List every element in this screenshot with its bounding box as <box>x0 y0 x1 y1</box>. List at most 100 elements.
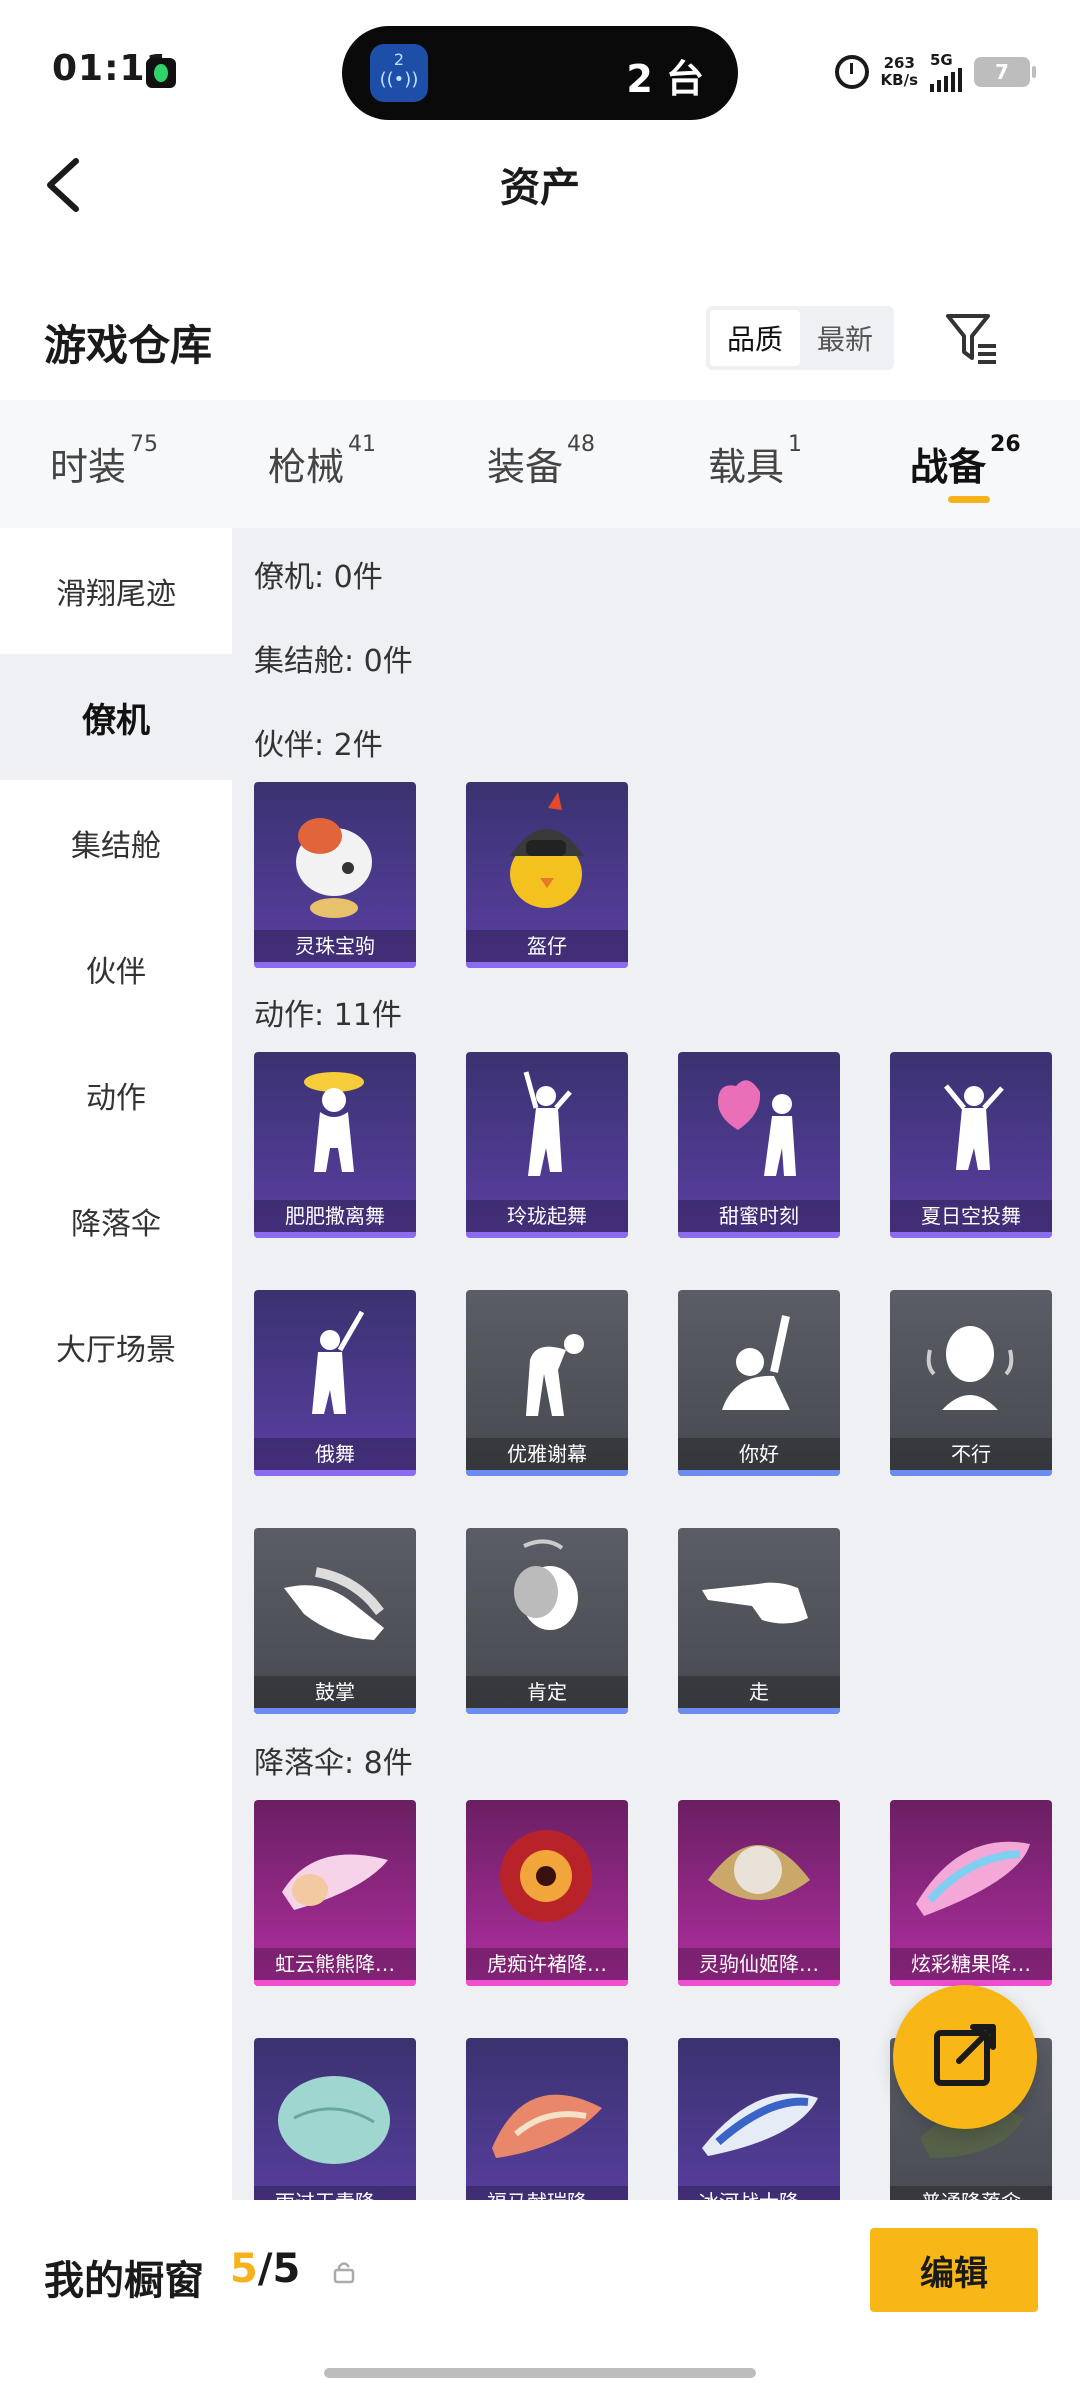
item-label: 优雅谢幕 <box>466 1438 628 1470</box>
item-card[interactable]: 雨过天青降… <box>254 2038 416 2200</box>
parachute-icon <box>916 1841 1030 1916</box>
item-label: 夏日空投舞 <box>890 1200 1052 1232</box>
section-title-emote: 动作: 11件 <box>254 998 402 1033</box>
item-card[interactable]: 甜蜜时刻 <box>678 1052 840 1238</box>
music-app-icon <box>146 58 176 88</box>
item-label: 肯定 <box>466 1676 628 1708</box>
tab-battle-gear[interactable]: 战备26 <box>910 432 1021 491</box>
sort-quality-button[interactable]: 品质 <box>710 310 800 366</box>
home-indicator[interactable] <box>324 2368 756 2378</box>
section-title-parachute: 降落伞: 8件 <box>254 1746 413 1781</box>
item-label: 虎痴许褚降… <box>466 1948 628 1980</box>
sidebar-item-glide-trail[interactable]: 滑翔尾迹 <box>0 528 232 654</box>
battery-icon: 7 <box>974 57 1036 87</box>
dynamic-island[interactable]: 2 ((•)) 2 台 <box>342 26 738 120</box>
share-button[interactable] <box>893 1985 1037 2129</box>
external-link-icon <box>934 2024 996 2086</box>
dancer-icon <box>523 1071 572 1176</box>
item-card[interactable]: 不行 <box>890 1290 1052 1476</box>
sort-toggle: 品质 最新 <box>706 306 894 370</box>
item-card[interactable]: 俄舞 <box>254 1290 416 1476</box>
pony-mascot-icon <box>296 818 372 918</box>
tab-fashion[interactable]: 时装75 <box>50 432 158 491</box>
item-card[interactable]: 肯定 <box>466 1528 628 1714</box>
item-card[interactable]: 炫彩糖果降… <box>890 1800 1052 1986</box>
item-card[interactable]: 夏日空投舞 <box>890 1052 1052 1238</box>
section-title-pod: 集结舱: 0件 <box>254 644 413 679</box>
wave-hand-icon <box>722 1315 790 1410</box>
status-bar: 01:11 2 ((•)) 2 台 263 KB/s 5G 7 <box>0 0 1080 130</box>
dancer-icon <box>312 1310 365 1414</box>
item-card[interactable]: 福马献瑞降… <box>466 2038 628 2200</box>
tab-equipment[interactable]: 装备48 <box>487 432 595 491</box>
sidebar-item-parachute[interactable]: 降落伞 <box>0 1158 232 1284</box>
section-title-partner: 伙伴: 2件 <box>254 728 383 763</box>
point-hand-icon <box>702 1582 808 1624</box>
item-card[interactable]: 盔仔 <box>466 782 628 968</box>
item-card[interactable]: 玲珑起舞 <box>466 1052 628 1238</box>
clap-icon <box>284 1567 384 1640</box>
item-label: 肥肥撒离舞 <box>254 1200 416 1232</box>
item-label: 不行 <box>890 1438 1052 1470</box>
dancer-icon <box>304 1072 364 1172</box>
item-label: 灵驹仙姬降… <box>678 1948 840 1980</box>
nod-head-icon <box>514 1539 578 1630</box>
item-label: 灵珠宝驹 <box>254 930 416 962</box>
item-card[interactable]: 灵珠宝驹 <box>254 782 416 968</box>
helmet-chick-icon <box>510 792 584 908</box>
sidebar-item-partner[interactable]: 伙伴 <box>0 906 232 1032</box>
item-list[interactable]: 僚机: 0件 集结舱: 0件 伙伴: 2件 灵珠宝驹 盔仔 动作: 11件 肥肥… <box>232 528 1080 2200</box>
sidebar: 滑翔尾迹 僚机 集结舱 伙伴 动作 降落伞 大厅场景 <box>0 528 232 2200</box>
lock-icon <box>333 2262 355 2284</box>
active-tab-indicator <box>948 496 990 503</box>
parachute-icon <box>702 2093 818 2156</box>
filter-icon[interactable] <box>944 310 1000 366</box>
parachute-icon <box>492 2094 602 2158</box>
item-card[interactable]: 肥肥撒离舞 <box>254 1052 416 1238</box>
item-label: 福马献瑞降… <box>466 2186 628 2200</box>
item-label: 俄舞 <box>254 1438 416 1470</box>
item-label: 虹云熊熊降… <box>254 1948 416 1980</box>
signal-5g: 5G <box>930 52 962 92</box>
sidebar-item-pod[interactable]: 集结舱 <box>0 780 232 906</box>
item-label: 你好 <box>678 1438 840 1470</box>
item-card[interactable]: 走 <box>678 1528 840 1714</box>
item-label: 甜蜜时刻 <box>678 1200 840 1232</box>
island-label: 2 台 <box>626 57 704 101</box>
edit-button[interactable]: 编辑 <box>870 2228 1038 2312</box>
bow-icon <box>526 1334 584 1416</box>
showcase-bar: 我的橱窗 5/5 编辑 <box>0 2200 1080 2400</box>
sidebar-item-wingman[interactable]: 僚机 <box>0 654 232 780</box>
item-card[interactable]: 优雅谢幕 <box>466 1290 628 1476</box>
tab-vehicles[interactable]: 载具1 <box>708 432 802 491</box>
sort-newest-button[interactable]: 最新 <box>800 310 890 366</box>
dancer-icon <box>944 1084 1004 1170</box>
sidebar-item-lobby-scene[interactable]: 大厅场景 <box>0 1284 232 1410</box>
item-card[interactable]: 虎痴许褚降… <box>466 1800 628 1986</box>
parachute-icon <box>282 1854 388 1910</box>
item-label: 雨过天青降… <box>254 2186 416 2200</box>
item-label: 普通降落伞 <box>890 2186 1052 2200</box>
parachute-icon <box>278 2076 390 2164</box>
item-card[interactable]: 鼓掌 <box>254 1528 416 1714</box>
item-card[interactable]: 你好 <box>678 1290 840 1476</box>
section-title-wingman: 僚机: 0件 <box>254 560 383 595</box>
item-label: 盔仔 <box>466 930 628 962</box>
alarm-icon <box>834 55 869 89</box>
app-root: 01:11 2 ((•)) 2 台 263 KB/s 5G 7 资产 游戏仓库 … <box>0 0 1080 2400</box>
category-tabs: 时装75 枪械41 装备48 载具1 战备26 <box>0 400 1080 528</box>
item-card[interactable]: 虹云熊熊降… <box>254 1800 416 1986</box>
signal-bars-icon <box>930 67 962 92</box>
item-label: 走 <box>678 1676 840 1708</box>
tab-weapons[interactable]: 枪械41 <box>268 432 376 491</box>
item-label: 冰河战士降… <box>678 2186 840 2200</box>
net-speed: 263 KB/s <box>880 54 918 89</box>
item-card[interactable]: 灵驹仙姬降… <box>678 1800 840 1986</box>
cast-icon: 2 ((•)) <box>370 44 428 102</box>
item-card[interactable]: 冰河战士降… <box>678 2038 840 2200</box>
showcase-count: 5/5 <box>230 2246 301 2292</box>
sidebar-item-emote[interactable]: 动作 <box>0 1032 232 1158</box>
item-label: 炫彩糖果降… <box>890 1948 1052 1980</box>
warehouse-title: 游戏仓库 <box>44 321 213 370</box>
shake-head-icon <box>926 1326 1014 1410</box>
